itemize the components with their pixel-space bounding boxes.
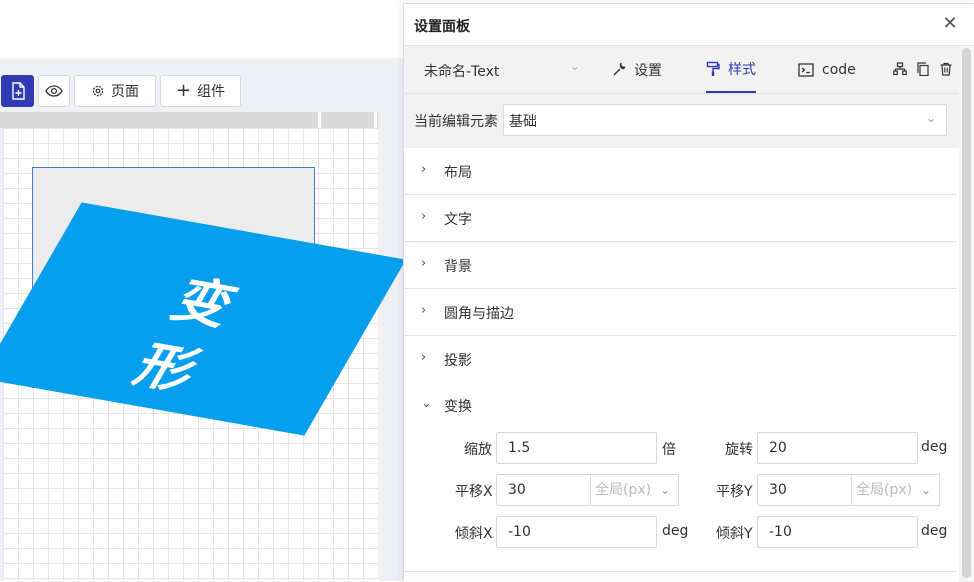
current-edit-select[interactable]: 基础 ⌄ xyxy=(503,104,947,136)
copy-icon[interactable] xyxy=(916,62,930,76)
skew-y-label: 倾斜Y xyxy=(716,526,753,542)
tab-style[interactable]: 样式 xyxy=(706,46,756,93)
skew-x-input[interactable]: -10 xyxy=(496,516,657,548)
eye-icon xyxy=(45,85,63,97)
chevron-right-icon: › xyxy=(421,303,427,318)
translate-y-unit: 全局(px) xyxy=(856,482,913,498)
skew-x-unit: deg xyxy=(662,523,689,539)
scale-input[interactable]: 1.5 xyxy=(496,432,657,464)
skew-x-label: 倾斜X xyxy=(455,526,493,542)
section-title: 投影 xyxy=(444,353,472,369)
section-title: 文字 xyxy=(444,212,472,228)
tab-code-label: code xyxy=(822,61,856,78)
panel-title: 设置面板 xyxy=(414,19,470,35)
plus-icon: + xyxy=(175,80,192,101)
skew-y-input[interactable]: -10 xyxy=(757,516,918,548)
rotate-unit: deg xyxy=(921,439,948,455)
section-background[interactable]: › 背景 xyxy=(404,242,957,289)
ruler-divider xyxy=(318,112,321,128)
translate-y-unit-select[interactable]: 全局(px) ⌄ xyxy=(852,474,940,506)
page-settings-button[interactable]: 页面 xyxy=(74,75,156,107)
preview-button[interactable] xyxy=(38,75,70,107)
translate-x-input[interactable]: 30 xyxy=(496,474,591,506)
wrench-icon xyxy=(613,62,626,75)
translate-x-label: 平移X xyxy=(455,484,493,500)
element-name-select[interactable]: 未命名-Text xyxy=(424,61,499,81)
chevron-down-icon[interactable]: ⌄ xyxy=(421,396,432,411)
section-layout[interactable]: › 布局 xyxy=(404,148,957,195)
paint-roller-icon xyxy=(706,61,720,76)
current-edit-row: 当前编辑元素 基础 ⌄ xyxy=(404,94,959,148)
section-title: 布局 xyxy=(444,165,472,181)
tabs-bar: 未命名-Text ⌄ 设置 样式 code xyxy=(404,46,959,94)
ruler-divider xyxy=(374,112,377,128)
rotate-label: 旋转 xyxy=(725,442,753,458)
chevron-down-icon[interactable]: ⌄ xyxy=(570,59,580,73)
current-edit-value: 基础 xyxy=(509,114,537,130)
components-button-label: 组件 xyxy=(197,84,226,100)
tab-settings[interactable]: 设置 xyxy=(612,46,662,93)
translate-y-input[interactable]: 30 xyxy=(757,474,852,506)
file-add-icon xyxy=(11,82,25,100)
section-text[interactable]: › 文字 xyxy=(404,195,957,242)
gear-icon xyxy=(92,85,104,97)
page-button-label: 页面 xyxy=(111,84,139,100)
section-title: 背景 xyxy=(444,259,472,275)
tab-settings-label: 设置 xyxy=(634,62,662,79)
scale-unit: 倍 xyxy=(662,442,676,458)
translate-y-label: 平移Y xyxy=(716,484,753,500)
translate-x-unit: 全局(px) xyxy=(595,482,652,498)
scrollbar-thumb[interactable] xyxy=(962,48,971,578)
settings-panel: 设置面板 ✕ 未命名-Text ⌄ 设置 样式 code 当前编辑元素 基础 ⌄… xyxy=(403,3,974,582)
terminal-icon xyxy=(798,62,814,77)
section-title: 圆角与描边 xyxy=(444,306,514,322)
tab-code[interactable]: code xyxy=(798,46,856,93)
chevron-right-icon: › xyxy=(421,350,427,365)
skew-y-unit: deg xyxy=(921,523,948,539)
section-title[interactable]: 变换 xyxy=(444,396,472,416)
close-icon[interactable]: ✕ xyxy=(940,12,960,36)
section-transform: ⌄ 变换 缩放 1.5 倍 旋转 20 deg 平移X 30 全局(px) ⌄ … xyxy=(404,382,957,572)
trash-icon[interactable] xyxy=(939,62,953,76)
ruler xyxy=(0,112,378,128)
panel-header: 设置面板 ✕ xyxy=(404,4,974,46)
chevron-right-icon: › xyxy=(421,256,427,271)
section-border-radius[interactable]: › 圆角与描边 xyxy=(404,289,957,336)
rotate-input[interactable]: 20 xyxy=(757,432,918,464)
chevron-down-icon: ⌄ xyxy=(925,111,936,125)
add-component-button[interactable]: + 组件 xyxy=(160,75,241,107)
structure-tree-icon[interactable] xyxy=(893,62,907,76)
current-edit-label: 当前编辑元素 xyxy=(414,114,498,130)
scale-label: 缩放 xyxy=(464,442,492,458)
chevron-right-icon: › xyxy=(421,162,427,177)
section-shadow[interactable]: › 投影 xyxy=(404,336,957,383)
chevron-down-icon: ⌄ xyxy=(659,483,670,497)
chevron-right-icon: › xyxy=(421,209,427,224)
chevron-down-icon: ⌄ xyxy=(920,483,931,497)
translate-x-unit-select[interactable]: 全局(px) ⌄ xyxy=(591,474,679,506)
tab-style-label: 样式 xyxy=(728,61,756,78)
new-page-button[interactable] xyxy=(1,75,34,107)
